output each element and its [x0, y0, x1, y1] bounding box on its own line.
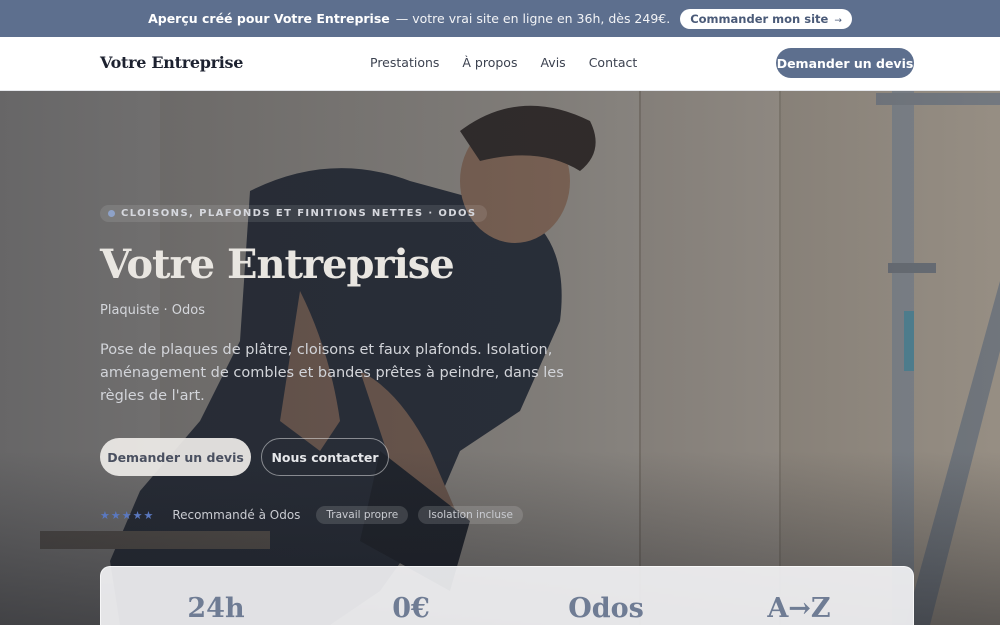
stat-response-time: 24h — [187, 593, 245, 624]
rating-text: Recommandé à Odos — [172, 508, 301, 522]
hero-kicker: CLOISONS, PLAFONDS ET FINITIONS NETTES ·… — [100, 205, 487, 222]
star-icon: ★★★★★ — [100, 508, 155, 522]
tag-insulation: Isolation incluse — [418, 506, 523, 524]
order-site-label: Commander mon site — [690, 11, 829, 26]
nav-link-about[interactable]: À propos — [462, 55, 517, 70]
nav-link-contact[interactable]: Contact — [589, 55, 638, 70]
hero-kicker-text: CLOISONS, PLAFONDS ET FINITIONS NETTES ·… — [121, 208, 477, 219]
announcement-text: — votre vrai site en ligne en 36h, dès 2… — [395, 11, 671, 26]
announcement-bar: Aperçu créé pour Votre Entreprise — votr… — [0, 0, 1000, 37]
dot-icon — [108, 210, 115, 217]
nav-link-reviews[interactable]: Avis — [540, 55, 565, 70]
announcement-brand: Aperçu créé pour Votre Entreprise — [148, 11, 390, 26]
stat-scope: A→Z — [767, 593, 831, 624]
hero-title: Votre Entreprise — [100, 241, 455, 288]
hero-section: CLOISONS, PLAFONDS ET FINITIONS NETTES ·… — [0, 91, 1000, 625]
main-nav: Votre Entreprise Prestations À propos Av… — [0, 37, 1000, 91]
nav-links: Prestations À propos Avis Contact — [370, 55, 637, 70]
hero-quote-button[interactable]: Demander un devis — [100, 438, 251, 476]
arrow-right-icon: → — [834, 15, 842, 26]
stat-price: 0€ — [392, 593, 430, 624]
nav-link-prestations[interactable]: Prestations — [370, 55, 439, 70]
nav-quote-button[interactable]: Demander un devis — [776, 48, 914, 78]
order-site-button[interactable]: Commander mon site → — [680, 8, 852, 29]
stats-card: 24h 0€ Odos A→Z — [100, 566, 914, 625]
tag-clean-work: Travail propre — [316, 506, 409, 524]
site-logo[interactable]: Votre Entreprise — [100, 53, 243, 72]
hero-subtitle: Plaquiste · Odos — [100, 303, 205, 318]
hero-contact-button[interactable]: Nous contacter — [261, 438, 389, 476]
stat-location: Odos — [568, 593, 644, 624]
social-proof: ★★★★★ Recommandé à Odos Travail propre I… — [100, 506, 523, 524]
hero-description: Pose de plaques de plâtre, cloisons et f… — [100, 342, 564, 404]
